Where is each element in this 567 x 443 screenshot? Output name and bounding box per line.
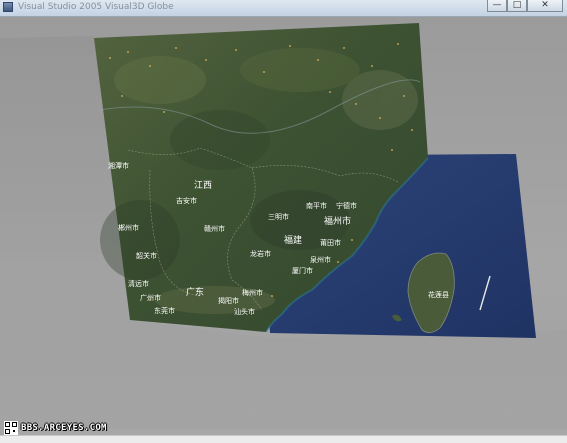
label-putian: 莆田市 [320, 238, 341, 247]
label-qingyuan: 清远市 [128, 279, 149, 288]
label-sanming: 三明市 [268, 212, 289, 221]
satellite-map-scene[interactable]: 湘潭市 江西 吉安市 赣州市 郴州市 南平市 宁德市 三明市 福州市 福建 莆田… [0, 17, 567, 429]
label-jiangxi: 江西 [194, 180, 212, 191]
app-icon [3, 2, 13, 12]
label-jieyang: 揭阳市 [218, 296, 239, 305]
label-chenzhou: 郴州市 [118, 223, 139, 232]
label-jian: 吉安市 [176, 196, 197, 205]
label-shantou: 汕头市 [234, 307, 255, 316]
label-longyan: 龙岩市 [250, 249, 271, 258]
restore-button[interactable]: □ [507, 0, 527, 12]
3d-viewport[interactable]: 湘潭市 江西 吉安市 赣州市 郴州市 南平市 宁德市 三明市 福州市 福建 莆田… [0, 17, 567, 429]
label-fujian: 福建 [284, 234, 302, 246]
label-fuzhou: 福州市 [324, 215, 351, 227]
label-guangdong: 广东 [186, 286, 204, 298]
qr-logo-icon [4, 421, 18, 435]
label-shaoguan: 韶关市 [136, 251, 157, 260]
label-ganzhou: 赣州市 [204, 224, 225, 233]
watermark-text: BBS.ARCEYES.COM [21, 423, 107, 433]
close-button[interactable]: ✕ [527, 0, 563, 12]
label-dongguan: 东莞市 [154, 306, 175, 315]
minimize-button[interactable]: — [487, 0, 507, 12]
label-xiangtan: 湘潭市 [108, 161, 129, 170]
caption-buttons: — □ ✕ [487, 0, 563, 13]
label-ningde: 宁德市 [336, 201, 357, 210]
window-title: Visual Studio 2005 Visual3D Globe [18, 2, 174, 12]
label-guangzhou: 广州市 [140, 293, 161, 302]
label-hualien: 花莲县 [428, 290, 449, 299]
label-nanping: 南平市 [306, 201, 327, 210]
label-quanzhou: 泉州市 [310, 255, 331, 264]
label-meizhou: 梅州市 [242, 288, 263, 297]
watermark: BBS.ARCEYES.COM [4, 421, 107, 435]
label-xiamen: 厦门市 [292, 266, 313, 275]
window-titlebar: Visual Studio 2005 Visual3D Globe — □ ✕ [0, 0, 567, 17]
